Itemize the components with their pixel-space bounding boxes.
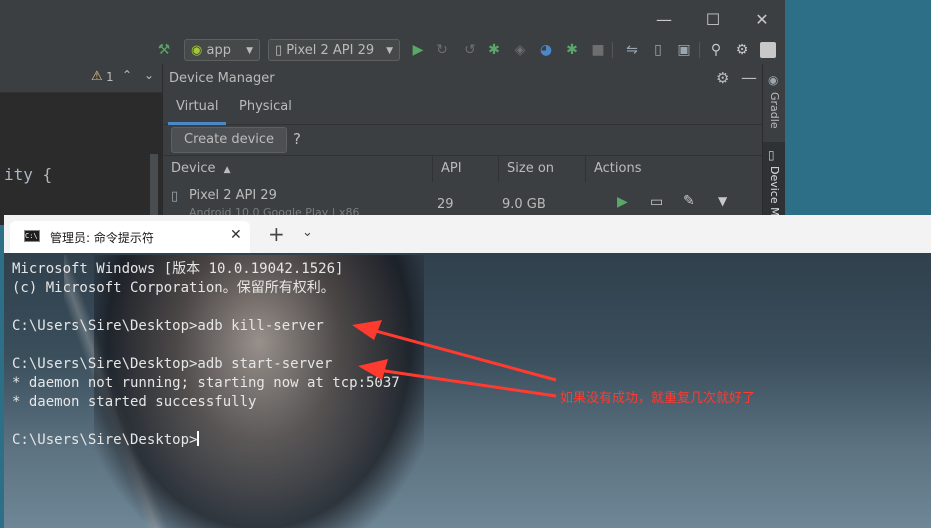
arrow-to-start-server [358,359,557,398]
annotation-note: 如果没有成功，就重复几次就好了 [560,391,756,406]
annotation-arrows [352,320,557,398]
